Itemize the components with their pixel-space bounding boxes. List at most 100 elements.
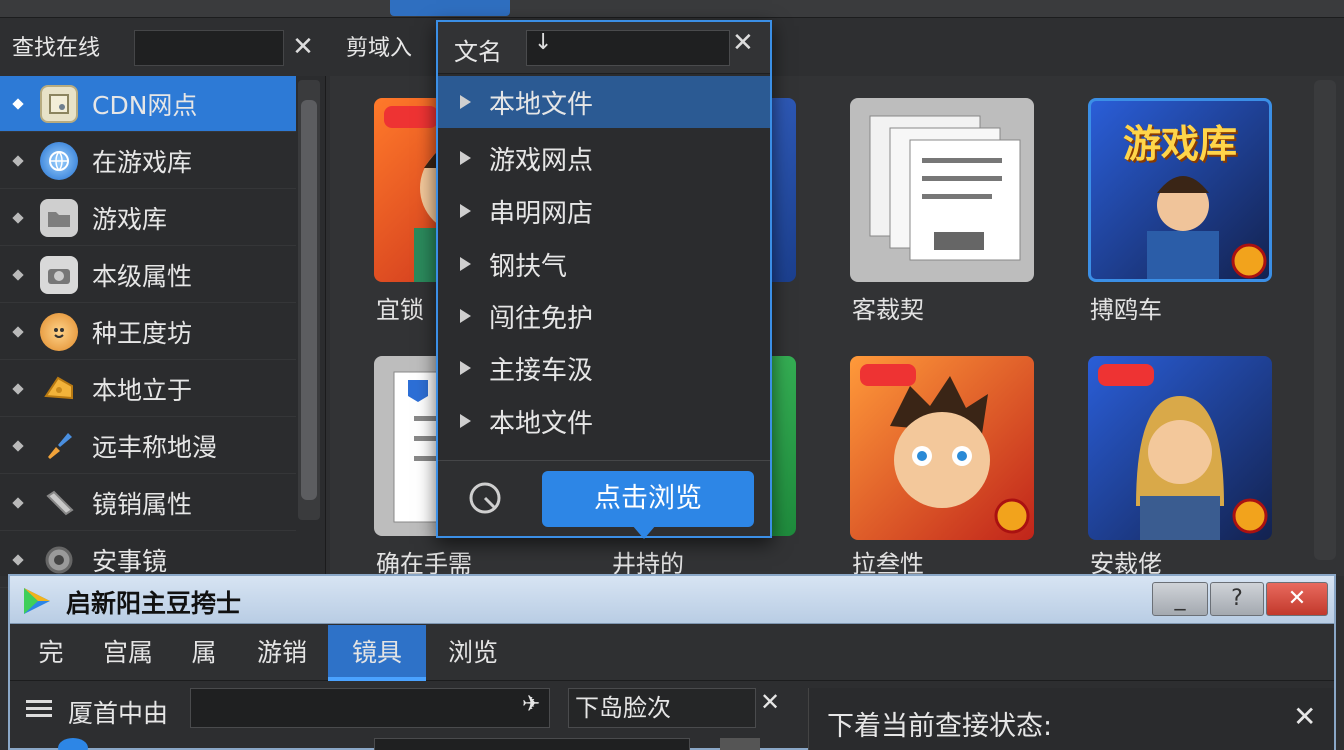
tab-4[interactable]: 游销 [240, 625, 324, 681]
list-icon [26, 700, 52, 717]
sidebar-item-label: 镜销属性 [92, 489, 193, 519]
triangle-right-icon [460, 151, 471, 165]
documents-icon [869, 115, 1021, 261]
camera-icon [40, 255, 78, 294]
tab-2[interactable]: 宫属 [88, 625, 168, 681]
tab-1[interactable]: 完 [18, 625, 84, 681]
bullet-icon [12, 97, 24, 110]
dropdown-item-local-file-2[interactable]: 本地文件 [438, 395, 770, 447]
triangle-right-icon [460, 95, 471, 109]
game-library-tile[interactable]: 游戏库 [1088, 98, 1272, 282]
tab-tools[interactable]: 镜具 [328, 625, 426, 681]
game-tile[interactable] [1088, 356, 1272, 540]
game-character-image [1098, 364, 1268, 540]
dropdown-item-label: 闯往免护 [489, 303, 594, 334]
dropdown-clear-button[interactable]: ✕ [732, 28, 754, 58]
globe-icon [40, 141, 78, 180]
tile-label: 宜锁 [376, 296, 424, 324]
dropdown-item-label: 本地文件 [489, 408, 594, 439]
sidebar-item-level-properties[interactable]: 本级属性 [0, 247, 296, 303]
path-label: 厦首中由 [68, 699, 169, 728]
row-input[interactable] [374, 738, 690, 750]
tab-3[interactable]: 属 [174, 625, 234, 681]
gear-icon [40, 541, 78, 579]
triangle-right-icon [460, 309, 471, 323]
content-scrollbar[interactable] [1314, 80, 1336, 560]
dropdown-item-label: 本地文件 [489, 89, 594, 120]
dropdown-item-4[interactable]: 钢扶气 [438, 238, 770, 290]
document-tile[interactable] [850, 98, 1034, 282]
sort-arrow-icon[interactable]: ↓ [534, 30, 552, 55]
tab-browse[interactable]: 浏览 [432, 625, 514, 681]
row-button[interactable] [720, 738, 760, 750]
left-search-input[interactable] [134, 30, 284, 66]
sidebar-item-label: 本地立于 [92, 375, 193, 405]
menubar-item-active[interactable] [390, 0, 510, 16]
dropdown-item-label: 钢扶气 [489, 251, 568, 282]
bullet-icon [12, 154, 24, 167]
dropdown-header: 文名 ↓ ✕ [438, 22, 770, 74]
dropdown-item-local-file[interactable]: 本地文件 [438, 76, 770, 128]
help-button[interactable]: ? [1210, 582, 1264, 616]
bullet-icon [12, 325, 24, 338]
menubar [0, 0, 1344, 18]
folder-icon [40, 198, 78, 237]
path-input[interactable] [190, 688, 550, 728]
bullet-icon [12, 496, 24, 509]
next-row [24, 738, 794, 750]
dropdown-filter-input[interactable] [526, 30, 730, 66]
dialog-title: 启新阳主豆挎士 [66, 589, 242, 618]
triangle-right-icon [460, 414, 471, 428]
game-tile[interactable] [850, 356, 1034, 540]
pin-icon[interactable]: ✈ [522, 692, 540, 717]
sidebar-scrollbar-thumb[interactable] [301, 100, 317, 500]
filter-input[interactable]: 下岛脸次 [568, 688, 756, 728]
dropdown-item-6[interactable]: 主接车汲 [438, 342, 770, 394]
tile-label: 搏鸥车 [1090, 296, 1162, 324]
minimize-button[interactable]: _ [1152, 582, 1208, 616]
browse-button-pointer [632, 525, 656, 539]
sidebar-item-mascot[interactable]: 种王度坊 [0, 304, 296, 360]
sidebar: CDN网点 在游戏库 游戏库 本级属性 种王度坊 本地立于 远丰称地漫 镜销属性… [0, 76, 326, 588]
pen-icon [40, 484, 78, 522]
sidebar-item-brush[interactable]: 远丰称地漫 [0, 418, 296, 474]
source-dropdown: 文名 ↓ ✕ 本地文件 游戏网点 串明网店 钢扶气 闯往免护 主接车汲 本地文件… [436, 20, 772, 539]
dropdown-item-label: 串明网店 [489, 198, 594, 229]
sidebar-item-label: 在游戏库 [92, 147, 193, 177]
sidebar-item-label: 安事镜 [92, 546, 168, 576]
triangle-right-icon [460, 257, 471, 271]
browse-button[interactable]: 点击浏览 [542, 471, 754, 527]
dialog-window: 启新阳主豆挎士 _ ? ✕ 完 宫属 属 游销 镜具 浏览 厦首中由 ✈ 下岛脸… [8, 574, 1336, 750]
row-icon [58, 738, 88, 750]
close-button[interactable]: ✕ [1266, 582, 1328, 616]
left-search-clear-button[interactable]: ✕ [286, 30, 320, 66]
dropdown-footer: 点击浏览 [438, 460, 770, 539]
sidebar-item-label: 游戏库 [92, 204, 168, 234]
sidebar-item-label: 种王度坊 [92, 318, 193, 348]
dropdown-item-5[interactable]: 闯往免护 [438, 290, 770, 342]
dropdown-item-label: 游戏网点 [489, 145, 594, 176]
dialog-titlebar[interactable]: 启新阳主豆挎士 _ ? ✕ [10, 576, 1334, 624]
bullet-icon [12, 211, 24, 224]
game-character-image [860, 364, 1030, 534]
sidebar-item-local[interactable]: 本地立于 [0, 361, 296, 417]
dropdown-item-game-site[interactable]: 游戏网点 [438, 132, 770, 184]
brush-icon [40, 427, 78, 465]
sidebar-item-label: CDN网点 [92, 90, 198, 120]
cheese-icon [40, 370, 78, 408]
sidebar-item-label: 本级属性 [92, 261, 193, 291]
sidebar-item-game-library[interactable]: 游戏库 [0, 190, 296, 246]
bullet-icon [12, 268, 24, 281]
dropdown-item-3[interactable]: 串明网店 [438, 185, 770, 237]
sidebar-item-game-library-online[interactable]: 在游戏库 [0, 133, 296, 189]
filter-clear-button[interactable]: ✕ [760, 688, 780, 716]
bullet-icon [12, 553, 24, 566]
game-character-image [1147, 176, 1267, 279]
tile-label: 客裁契 [852, 296, 924, 324]
sidebar-item-mirror-properties[interactable]: 镜销属性 [0, 475, 296, 531]
status-panel: 下着当前查接状态: ✕ [808, 688, 1334, 750]
sidebar-item-cdn[interactable]: CDN网点 [0, 76, 296, 132]
status-close-button[interactable]: ✕ [1293, 700, 1316, 733]
dialog-tabbar: 完 宫属 属 游销 镜具 浏览 [10, 625, 1334, 681]
refresh-icon[interactable] [466, 479, 504, 517]
